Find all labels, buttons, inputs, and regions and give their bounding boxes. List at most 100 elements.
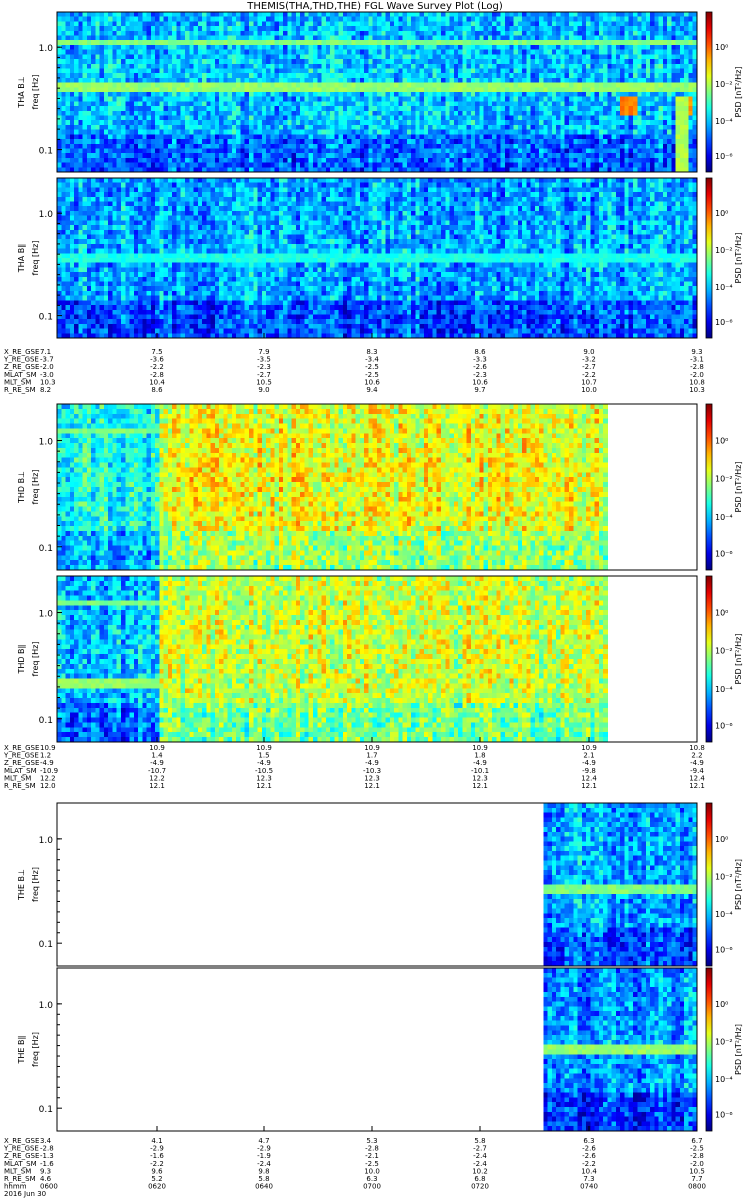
heatmap-cell xyxy=(368,59,374,65)
heatmap-cell xyxy=(69,153,75,159)
heatmap-cell xyxy=(458,96,463,103)
heatmap-cell xyxy=(65,157,71,164)
heatmap-cell xyxy=(415,106,421,112)
heatmap-cell xyxy=(581,73,587,79)
heatmap-cell xyxy=(146,153,152,159)
heatmap-cell xyxy=(146,16,152,23)
heatmap-cell xyxy=(342,54,348,60)
heatmap-cell xyxy=(487,153,493,159)
heatmap-cell xyxy=(253,40,259,46)
heatmap-cell xyxy=(270,40,276,46)
heatmap-cell xyxy=(364,134,370,140)
heatmap-cell xyxy=(163,92,169,98)
heatmap-cell xyxy=(526,26,532,32)
heatmap-cell xyxy=(428,82,434,88)
heatmap-cell xyxy=(594,101,600,107)
heatmap-cell xyxy=(274,129,280,135)
heatmap-cell xyxy=(560,68,566,74)
heatmap-cell xyxy=(385,143,391,150)
heatmap-cell xyxy=(325,40,331,46)
heatmap-cell xyxy=(138,26,143,32)
heatmap-cell xyxy=(261,134,267,140)
heatmap-cell xyxy=(603,82,608,88)
heatmap-cell xyxy=(505,40,510,46)
heatmap-cell xyxy=(675,87,681,93)
heatmap-cell xyxy=(564,124,570,131)
heatmap-cell xyxy=(108,157,114,164)
heatmap-cell xyxy=(244,77,250,84)
heatmap-cell xyxy=(398,21,404,27)
heatmap-cell xyxy=(193,148,199,154)
heatmap-cell xyxy=(65,77,71,84)
heatmap-cell xyxy=(167,59,173,65)
heatmap-cell xyxy=(197,92,203,98)
heatmap-cell xyxy=(129,96,135,103)
heatmap-cell xyxy=(334,153,340,159)
heatmap-cell xyxy=(534,134,540,140)
heatmap-cell xyxy=(500,12,506,18)
heatmap-cell xyxy=(594,59,600,65)
heatmap-cell xyxy=(556,106,562,112)
heatmap-cell xyxy=(108,124,114,131)
heatmap-cell xyxy=(214,110,220,117)
heatmap-cell xyxy=(138,110,143,117)
heatmap-cell xyxy=(496,148,502,154)
heatmap-cell xyxy=(449,153,455,159)
heatmap-cell xyxy=(223,16,229,23)
heatmap-cell xyxy=(551,44,557,51)
heatmap-cell xyxy=(236,82,242,88)
heatmap-cell xyxy=(274,134,280,140)
heatmap-cell xyxy=(155,44,160,51)
heatmap-cell xyxy=(569,87,574,93)
heatmap-cell xyxy=(321,139,327,145)
heatmap-cell xyxy=(57,35,62,41)
heatmap-cell xyxy=(436,26,442,32)
heatmap-cell xyxy=(466,129,472,135)
heatmap-cell xyxy=(86,26,92,32)
heatmap-cell xyxy=(167,143,173,150)
heatmap-cell xyxy=(505,157,510,164)
heatmap-cell xyxy=(313,101,318,107)
heatmap-cell xyxy=(236,21,242,27)
heatmap-cell xyxy=(496,40,502,46)
heatmap-cell xyxy=(300,129,306,135)
heatmap-cell xyxy=(163,129,169,135)
heatmap-cell xyxy=(530,21,536,27)
heatmap-cell xyxy=(308,106,314,112)
heatmap-cell xyxy=(313,59,318,65)
heatmap-cell xyxy=(411,44,416,51)
heatmap-cell xyxy=(287,139,293,145)
heatmap-cell xyxy=(278,92,284,98)
heatmap-cell xyxy=(603,44,608,51)
heatmap-cell xyxy=(180,44,186,51)
heatmap-cell xyxy=(394,59,399,65)
heatmap-cell xyxy=(530,54,536,60)
heatmap-cell xyxy=(133,143,139,150)
heatmap-cell xyxy=(74,87,79,93)
heatmap-cell xyxy=(274,120,280,126)
heatmap-cell xyxy=(654,82,660,88)
heatmap-cell xyxy=(227,40,233,46)
heatmap-cell xyxy=(167,110,173,117)
heatmap-cell xyxy=(436,129,442,135)
heatmap-cell xyxy=(505,87,510,93)
heatmap-cell xyxy=(483,16,489,23)
heatmap-cell xyxy=(69,12,75,18)
heatmap-cell xyxy=(197,30,203,37)
heatmap-cell xyxy=(411,106,416,112)
heatmap-cell xyxy=(103,44,109,51)
heatmap-cell xyxy=(270,129,276,135)
heatmap-cell xyxy=(641,49,647,55)
heatmap-cell xyxy=(645,157,651,164)
heatmap-cell xyxy=(526,54,532,60)
heatmap-cell xyxy=(351,30,357,37)
heatmap-cell xyxy=(394,16,399,23)
heatmap-cell xyxy=(526,40,532,46)
heatmap-cell xyxy=(428,139,434,145)
heatmap-cell xyxy=(368,92,374,98)
heatmap-cell xyxy=(364,148,370,154)
heatmap-cell xyxy=(594,148,600,154)
heatmap-cell xyxy=(364,106,370,112)
heatmap-cell xyxy=(133,110,139,117)
heatmap-cell xyxy=(300,26,306,32)
